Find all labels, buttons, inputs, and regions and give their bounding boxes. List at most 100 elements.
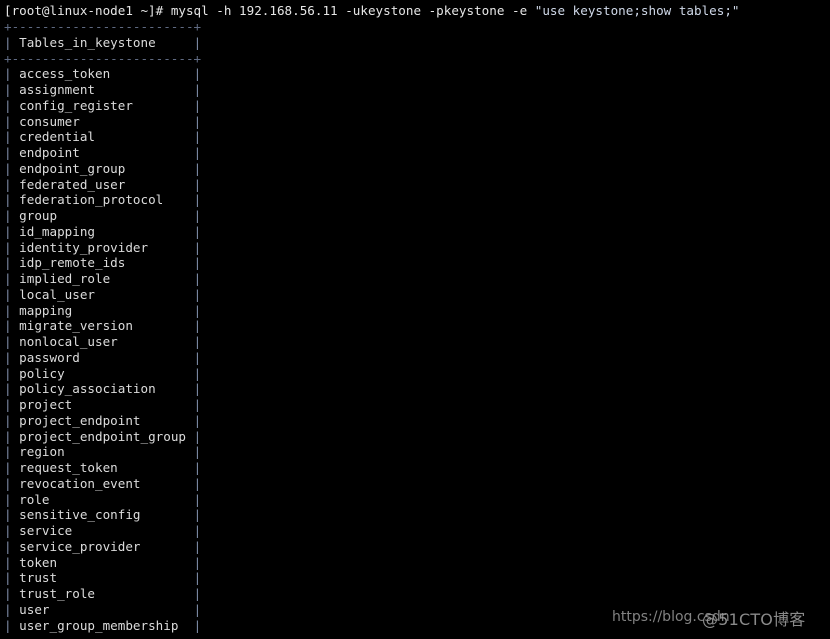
table-border-right: |	[193, 554, 202, 570]
table-cell-value: mapping	[11, 302, 194, 318]
terminal-window[interactable]: [root@linux-node1 ~]# mysql -h 192.168.5…	[0, 0, 830, 639]
table-header-row: | Tables_in_keystone |	[0, 35, 830, 51]
table-border-left: |	[4, 570, 12, 586]
table-cell-value: consumer	[11, 113, 194, 129]
table-border-right: |	[193, 208, 202, 223]
command-line: [root@linux-node1 ~]# mysql -h 192.168.5…	[0, 0, 830, 19]
table-cell-value: trust	[11, 570, 194, 586]
table-row: | request_token |	[0, 460, 830, 476]
table-cell-value: endpoint_group	[11, 160, 194, 176]
table-cell-value: role	[11, 491, 194, 507]
table-row: | region |	[0, 444, 830, 460]
table-border-right: |	[193, 570, 202, 586]
table-row: | trust_role |	[0, 586, 830, 602]
table-border-right: |	[193, 349, 202, 365]
table-row: | federated_user |	[0, 177, 830, 193]
table-border-left: |	[4, 271, 12, 286]
table-border-right: |	[193, 239, 202, 255]
table-rule-top: +------------------------+	[4, 19, 202, 34]
table-border-left: |	[4, 444, 12, 460]
table-row: | project |	[0, 397, 830, 413]
table-border-right: |	[193, 82, 202, 97]
table-border-right: |	[193, 523, 202, 538]
table-border-right: |	[193, 507, 202, 523]
table-border-right: |	[193, 97, 202, 113]
table-border-left: |	[4, 601, 12, 617]
table-border-left: |	[4, 617, 12, 633]
table-border-left: |	[4, 302, 12, 318]
table-cell-value: federated_user	[11, 176, 194, 192]
table-cell-value: config_register	[11, 97, 194, 113]
table-row: | password |	[0, 350, 830, 366]
table-row: | token |	[0, 555, 830, 571]
table-cell-value: revocation_event	[11, 475, 194, 491]
table-cell-value: policy_association	[11, 381, 194, 397]
table-rule-mid: +------------------------+	[4, 50, 202, 66]
shell-prompt: [root@linux-node1 ~]#	[4, 3, 171, 18]
table-cell-value: project	[11, 397, 194, 412]
table-cell-value: user	[11, 601, 194, 617]
table-row: | local_user |	[0, 287, 830, 303]
table-row: | config_register |	[0, 98, 830, 114]
table-cell-value: project_endpoint	[11, 412, 194, 428]
table-border-left: |	[4, 34, 12, 50]
table-border-right: |	[193, 160, 202, 176]
table-border-left: |	[4, 192, 12, 208]
table-row: | idp_remote_ids |	[0, 255, 830, 271]
table-cell-value: region	[11, 444, 194, 460]
table-border-right: |	[193, 334, 202, 349]
table-border-left: |	[4, 412, 12, 428]
table-row: | trust |	[0, 570, 830, 586]
table-row: | mapping |	[0, 303, 830, 319]
table-cell-value: migrate_version	[11, 318, 194, 334]
table-border-left: |	[4, 176, 12, 192]
table-cell-value: Tables_in_keystone	[11, 34, 194, 50]
table-cell-value: sensitive_config	[11, 507, 194, 523]
table-row: | policy |	[0, 366, 830, 382]
table-border-right: |	[193, 34, 202, 50]
table-border-right: |	[193, 145, 202, 160]
table-border-left: |	[4, 82, 12, 97]
table-border-right: |	[193, 412, 202, 428]
table-cell-value: policy	[11, 365, 194, 381]
table-row: | user |	[0, 602, 830, 618]
table-cell-value: user_group_membership	[11, 617, 194, 633]
table-border-left: |	[4, 97, 12, 113]
table-cell-value: trust_role	[11, 586, 194, 601]
table-row: | access_token |	[0, 66, 830, 82]
table-border-left: |	[4, 66, 12, 82]
command-quoted-argument: "use keystone;show tables;"	[534, 3, 740, 18]
table-cell-value: project_endpoint_group	[11, 428, 194, 444]
table-cell-value: service	[11, 523, 194, 538]
table-border-left: |	[4, 113, 12, 129]
table-border-right: |	[193, 475, 202, 491]
table-border-right: |	[193, 318, 202, 334]
table-border-right: |	[193, 397, 202, 412]
table-border-right: |	[193, 255, 202, 271]
table-border-left: |	[4, 538, 12, 554]
table-border-right: |	[193, 271, 202, 286]
table-row: | user_group_membership |	[0, 618, 830, 634]
table-row: | credential |	[0, 129, 830, 145]
table-row: | service |	[0, 523, 830, 539]
table-border-left: |	[4, 554, 12, 570]
table-border-right: |	[193, 538, 202, 554]
table-border-left: |	[4, 523, 12, 538]
table-row: | consumer |	[0, 114, 830, 130]
table-border-left: |	[4, 318, 12, 334]
table-border-left: |	[4, 255, 12, 271]
table-border-right: |	[193, 601, 202, 617]
table-row: | revocation_event |	[0, 476, 830, 492]
table-border-right: |	[193, 460, 202, 475]
table-row: | id_mapping |	[0, 224, 830, 240]
table-row: | federation_protocol |	[0, 192, 830, 208]
table-cell-value: assignment	[11, 82, 194, 97]
table-border-left: |	[4, 239, 12, 255]
table-border-left: |	[4, 428, 12, 444]
table-row: | policy_association |	[0, 381, 830, 397]
table-border-left: |	[4, 129, 12, 145]
table-cell-value: credential	[11, 129, 194, 145]
table-border-left: |	[4, 208, 12, 223]
table-row: | assignment |	[0, 82, 830, 98]
table-row: | migrate_version |	[0, 318, 830, 334]
